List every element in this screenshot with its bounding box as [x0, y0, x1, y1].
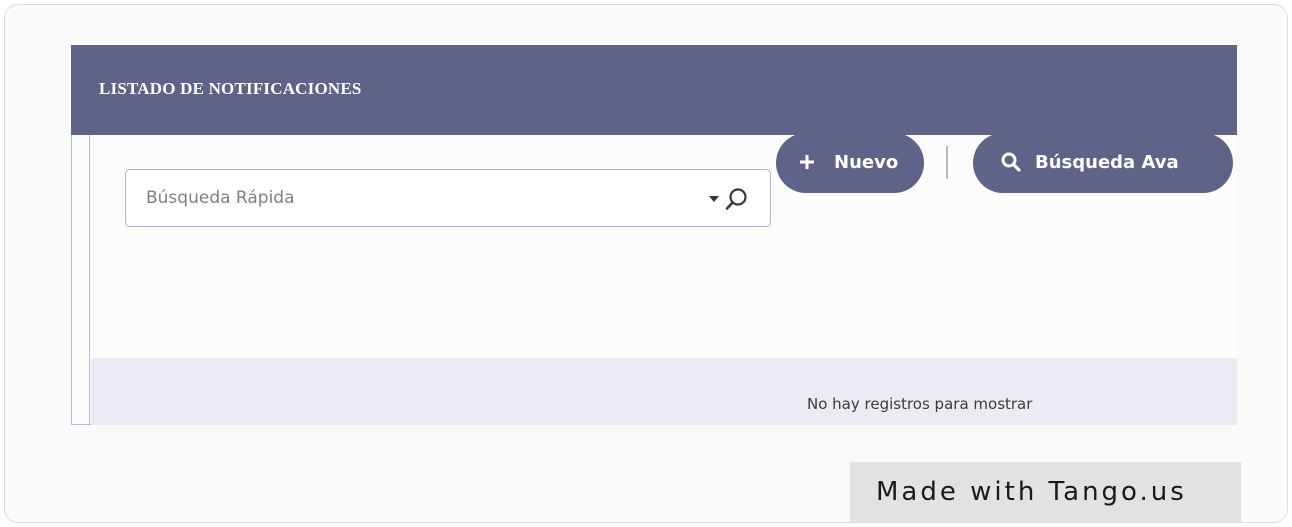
- magnifier-icon[interactable]: [723, 185, 751, 213]
- new-button-label: Nuevo: [834, 152, 899, 173]
- plus-icon: [796, 151, 818, 173]
- advanced-search-button[interactable]: Búsqueda Ava: [973, 133, 1233, 193]
- tango-watermark: Made with Tango.us: [850, 462, 1241, 522]
- watermark-text: Made with Tango.us: [876, 477, 1187, 507]
- quick-search-input[interactable]: [146, 186, 686, 210]
- notifications-panel: LISTADO DE NOTIFICACIONES No hay registr…: [71, 45, 1237, 425]
- search-icon: [1000, 151, 1022, 173]
- empty-table-row: No hay registros para mostrar: [91, 358, 1237, 425]
- panel-header: LISTADO DE NOTIFICACIONES: [71, 45, 1237, 135]
- new-button[interactable]: Nuevo: [776, 133, 924, 193]
- panel-title: LISTADO DE NOTIFICACIONES: [99, 79, 362, 98]
- quick-search-box[interactable]: [125, 169, 771, 227]
- toolbar-divider: [946, 146, 948, 179]
- empty-message: No hay registros para mostrar: [807, 395, 1033, 413]
- caret-down-icon[interactable]: [704, 191, 724, 207]
- advanced-search-label: Búsqueda Ava: [1035, 152, 1179, 173]
- screenshot-frame: LISTADO DE NOTIFICACIONES No hay registr…: [4, 4, 1288, 523]
